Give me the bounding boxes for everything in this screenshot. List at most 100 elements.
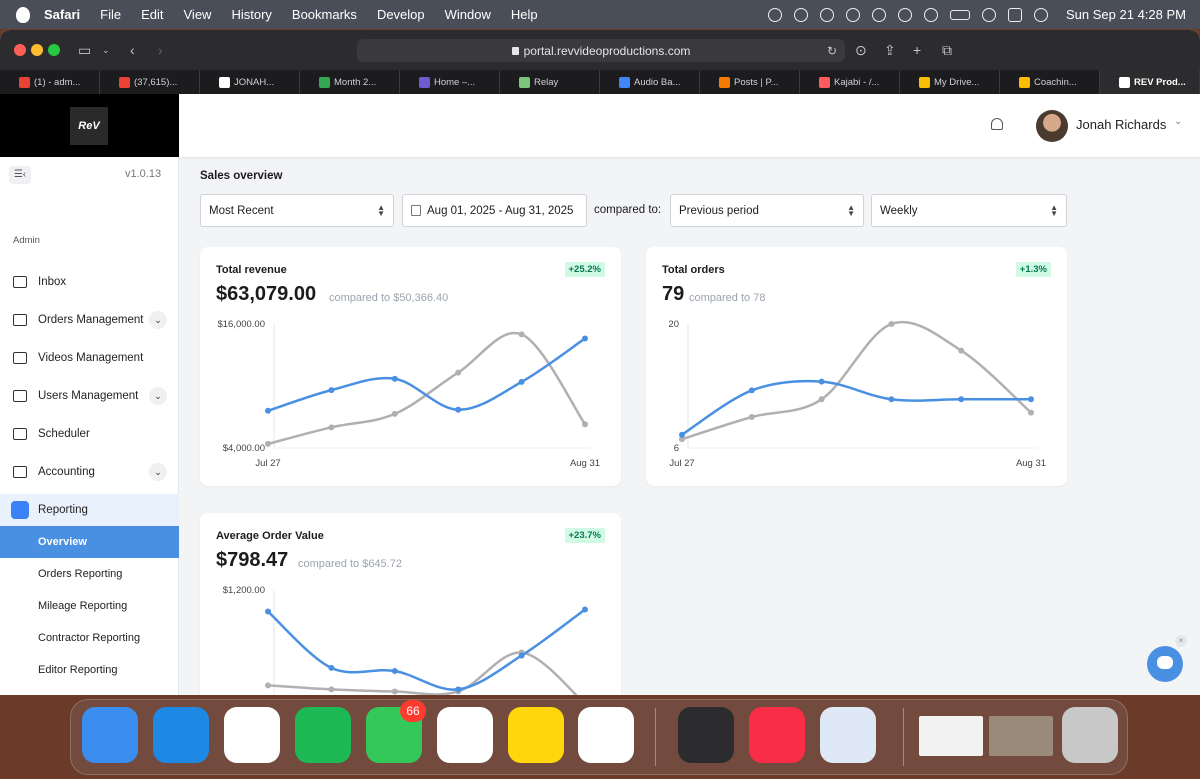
trash-icon[interactable]	[1062, 707, 1118, 763]
collapse-sidebar-icon[interactable]: ☰‹	[9, 166, 31, 184]
menu-safari[interactable]: Safari	[44, 7, 80, 22]
compare-select[interactable]: Previous period ▲ ▼	[670, 194, 864, 227]
sidebar-subitem-overview[interactable]: Overview	[0, 526, 179, 558]
card-compare: compared to $50,366.40	[329, 292, 449, 304]
sidebar-toggle-icon[interactable]: ▭	[78, 42, 91, 59]
sidebar-subitem-editor-reporting[interactable]: Editor Reporting	[0, 654, 179, 686]
browser-tab[interactable]: REV Prod...	[1100, 70, 1200, 94]
sidebar-item-label: Reporting	[38, 504, 88, 516]
card-compare: compared to $645.72	[298, 558, 402, 570]
status-icon[interactable]	[794, 7, 809, 22]
status-icon[interactable]	[820, 7, 835, 22]
chevron-down-icon[interactable]: ⌄	[149, 463, 167, 481]
time-machine-icon[interactable]	[924, 7, 939, 22]
menu-clock[interactable]: Sun Sep 21 4:28 PM	[1066, 7, 1186, 22]
menu-view[interactable]: View	[184, 7, 212, 22]
quicktime-icon[interactable]	[678, 707, 734, 763]
address-bar[interactable]: portal.revvideoproductions.com ↻	[357, 39, 845, 62]
data-point	[328, 664, 335, 671]
change-badge: +23.7%	[564, 528, 605, 543]
new-tab-icon[interactable]: +	[913, 42, 921, 58]
users-icon	[13, 390, 27, 402]
calendar-icon	[13, 428, 27, 440]
chevron-down-icon[interactable]: ⌄	[1174, 116, 1182, 127]
browser-tab[interactable]: Home –...	[400, 70, 500, 94]
apple-icon[interactable]	[16, 6, 30, 23]
search-icon[interactable]	[982, 7, 997, 22]
menu-edit[interactable]: Edit	[141, 7, 163, 22]
mail-icon	[13, 276, 27, 288]
sidebar-item-videos-management[interactable]: Videos Management	[0, 342, 179, 374]
browser-tab[interactable]: Relay	[500, 70, 600, 94]
preview-icon[interactable]	[820, 707, 876, 763]
sidebar-item-inbox[interactable]: Inbox	[0, 266, 179, 298]
chrome-icon[interactable]	[578, 707, 634, 763]
chevron-down-icon[interactable]: ⌄	[149, 387, 167, 405]
minimize-window-button[interactable]	[31, 44, 43, 56]
granularity-select[interactable]: Weekly ▲ ▼	[871, 194, 1067, 227]
tab-overview-icon[interactable]: ⧉	[942, 42, 952, 59]
share-icon[interactable]: ⇪	[884, 42, 896, 59]
browser-tab[interactable]: (1) - adm...	[0, 70, 100, 94]
reload-icon[interactable]: ↻	[827, 44, 837, 58]
play-icon[interactable]	[898, 7, 913, 22]
browser-tab[interactable]: JONAH...	[200, 70, 300, 94]
browser-tab[interactable]: Posts | P...	[700, 70, 800, 94]
sidebar-subitem-contractor-reporting[interactable]: Contractor Reporting	[0, 622, 179, 654]
x-tick-label: Jul 27	[669, 458, 694, 469]
menu-history[interactable]: History	[231, 7, 271, 22]
status-icon[interactable]	[768, 7, 783, 22]
rev-logo[interactable]: ReV	[70, 107, 108, 145]
date-range-picker[interactable]: Aug 01, 2025 - Aug 31, 2025	[402, 194, 587, 227]
forward-icon[interactable]: ›	[158, 42, 163, 58]
sidebar-item-users-management[interactable]: Users Management ⌄	[0, 380, 179, 412]
window-thumbnail-1[interactable]	[919, 716, 983, 756]
menu-develop[interactable]: Develop	[377, 7, 425, 22]
browser-tab[interactable]: Month 2...	[300, 70, 400, 94]
notes-icon[interactable]	[508, 707, 564, 763]
tab-favicon-icon	[519, 77, 530, 88]
sidebar-item-accounting[interactable]: Accounting ⌄	[0, 456, 179, 488]
sidebar-item-label: Orders Management	[38, 314, 144, 326]
music-icon[interactable]	[749, 707, 805, 763]
menu-file[interactable]: File	[100, 7, 121, 22]
chevron-down-icon[interactable]: ⌄	[149, 311, 167, 329]
browser-tab[interactable]: My Drive...	[900, 70, 1000, 94]
sidebar-item-orders-management[interactable]: Orders Management ⌄	[0, 304, 179, 336]
window-thumbnail-2[interactable]	[989, 716, 1053, 756]
browser-tab[interactable]: (37,615)...	[100, 70, 200, 94]
sidebar-subitem-mileage-reporting[interactable]: Mileage Reporting	[0, 590, 179, 622]
finder-icon[interactable]	[82, 707, 138, 763]
sidebar-item-reporting[interactable]: Reporting	[0, 494, 179, 526]
menu-window[interactable]: Window	[445, 7, 491, 22]
granularity-select-value: Weekly	[880, 204, 918, 217]
range-select[interactable]: Most Recent ▲ ▼	[200, 194, 394, 227]
menu-bookmarks[interactable]: Bookmarks	[292, 7, 357, 22]
siri-icon[interactable]	[1034, 7, 1049, 22]
close-chat-icon[interactable]: ×	[1175, 635, 1187, 647]
bell-icon[interactable]	[991, 118, 1003, 130]
slack-icon[interactable]	[224, 707, 280, 763]
user-name[interactable]: Jonah Richards	[1076, 117, 1166, 132]
close-window-button[interactable]	[14, 44, 26, 56]
wifi-icon[interactable]	[872, 7, 887, 22]
browser-tab[interactable]: Coachin...	[1000, 70, 1100, 94]
back-icon[interactable]: ‹	[130, 42, 135, 58]
sidebar-item-scheduler[interactable]: Scheduler	[0, 418, 179, 450]
chatgpt-icon[interactable]	[437, 707, 493, 763]
sidebar-subitem-orders-reporting[interactable]: Orders Reporting	[0, 558, 179, 590]
safari-icon[interactable]	[153, 707, 209, 763]
chat-button[interactable]	[1147, 646, 1183, 682]
avatar[interactable]	[1036, 110, 1068, 142]
battery-icon[interactable]	[950, 9, 971, 20]
browser-tab[interactable]: Kajabi - /...	[800, 70, 900, 94]
chevron-down-icon[interactable]: ⌄	[102, 45, 110, 56]
browser-tab[interactable]: Audio Ba...	[600, 70, 700, 94]
spotify-icon[interactable]	[295, 707, 351, 763]
menu-help[interactable]: Help	[511, 7, 538, 22]
data-point	[748, 414, 755, 420]
zoom-window-button[interactable]	[48, 44, 60, 56]
control-center-icon[interactable]	[1008, 7, 1023, 22]
download-icon[interactable]: ⊙	[855, 42, 867, 59]
calendar-status-icon[interactable]	[846, 7, 861, 22]
